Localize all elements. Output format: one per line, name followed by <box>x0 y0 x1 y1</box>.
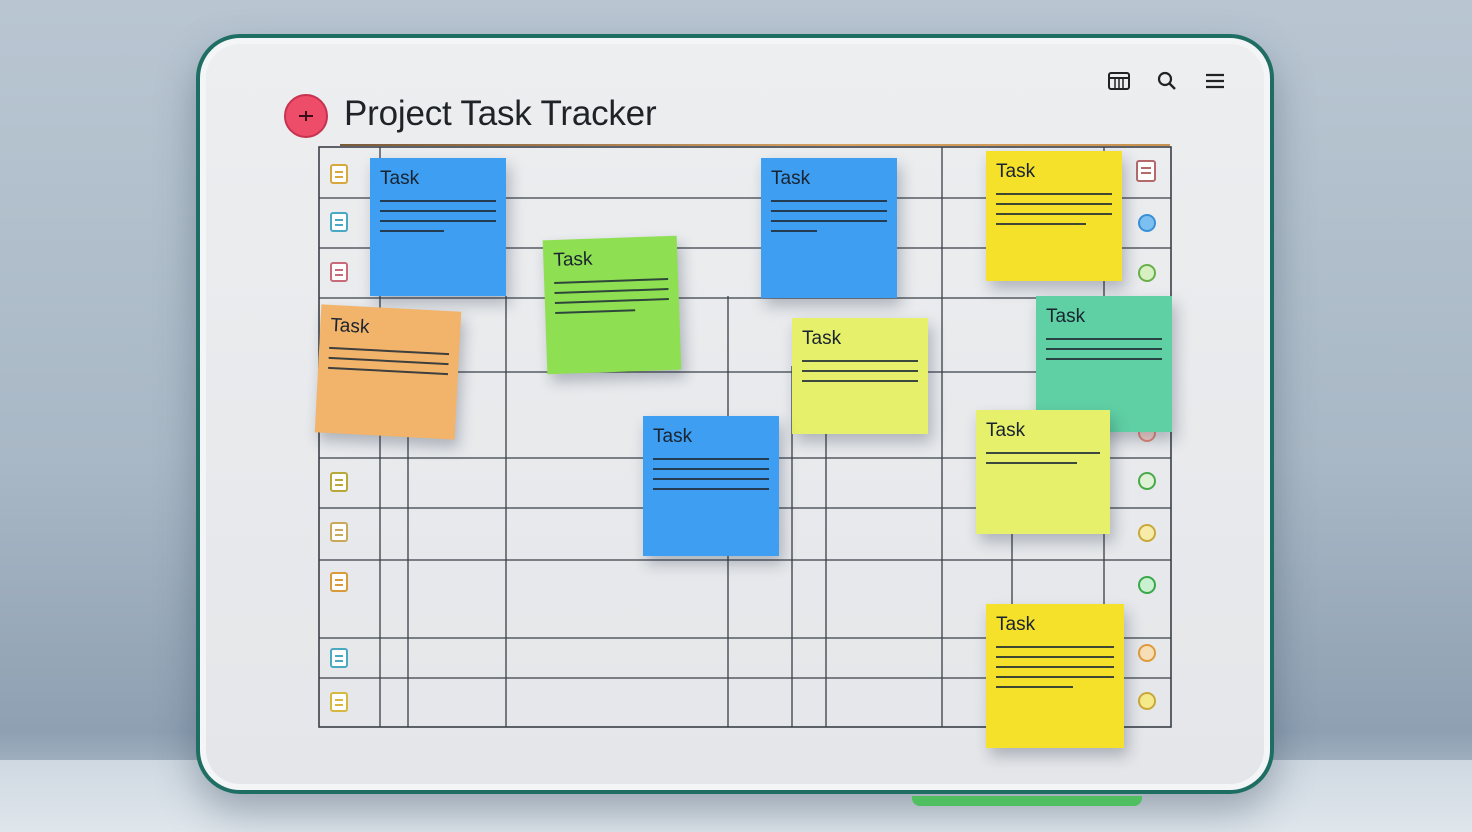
task-note-label: Task <box>1046 306 1086 327</box>
task-note[interactable]: Task <box>986 151 1122 281</box>
task-note[interactable]: Task <box>314 304 462 440</box>
task-note[interactable]: Task <box>761 158 897 298</box>
toolbar <box>1106 68 1228 94</box>
task-note-label: Task <box>996 161 1036 182</box>
app-logo-icon[interactable] <box>284 94 328 138</box>
row-icon-6[interactable] <box>330 522 348 542</box>
row-icon-5[interactable] <box>330 472 348 492</box>
task-note[interactable]: Task <box>643 416 779 556</box>
menu-icon[interactable] <box>1202 68 1228 94</box>
row-icon-8[interactable] <box>330 648 348 668</box>
row-icon-1[interactable] <box>330 164 348 184</box>
status-dot-8[interactable] <box>1138 644 1156 662</box>
task-note-label: Task <box>986 420 1026 441</box>
task-note-label: Task <box>329 314 370 338</box>
task-note[interactable]: Task <box>542 235 682 375</box>
status-dot-3[interactable] <box>1138 264 1156 282</box>
task-note-label: Task <box>996 614 1036 635</box>
row-icon-9[interactable] <box>330 692 348 712</box>
row-icon-2[interactable] <box>330 212 348 232</box>
task-note[interactable]: Task <box>986 604 1124 748</box>
task-note[interactable]: Task <box>370 158 506 296</box>
task-note[interactable]: Task <box>792 318 928 434</box>
search-icon[interactable] <box>1154 68 1180 94</box>
status-dot-2[interactable] <box>1138 214 1156 232</box>
task-note-label: Task <box>802 328 842 349</box>
task-note[interactable]: Task <box>976 410 1110 534</box>
task-note-label: Task <box>653 426 693 447</box>
task-note-label: Task <box>771 168 811 189</box>
task-note-label: Task <box>380 168 420 189</box>
status-dot-9[interactable] <box>1138 692 1156 710</box>
row-status-icon-1[interactable] <box>1136 160 1156 182</box>
calendar-icon[interactable] <box>1106 68 1132 94</box>
row-icon-7[interactable] <box>330 572 348 592</box>
status-dot-7[interactable] <box>1138 576 1156 594</box>
page-title: Project Task Tracker <box>344 94 657 133</box>
task-note-label: Task <box>553 248 593 272</box>
status-dot-5[interactable] <box>1138 472 1156 490</box>
tablet-stand <box>912 796 1142 806</box>
status-dot-6[interactable] <box>1138 524 1156 542</box>
row-icon-3[interactable] <box>330 262 348 282</box>
